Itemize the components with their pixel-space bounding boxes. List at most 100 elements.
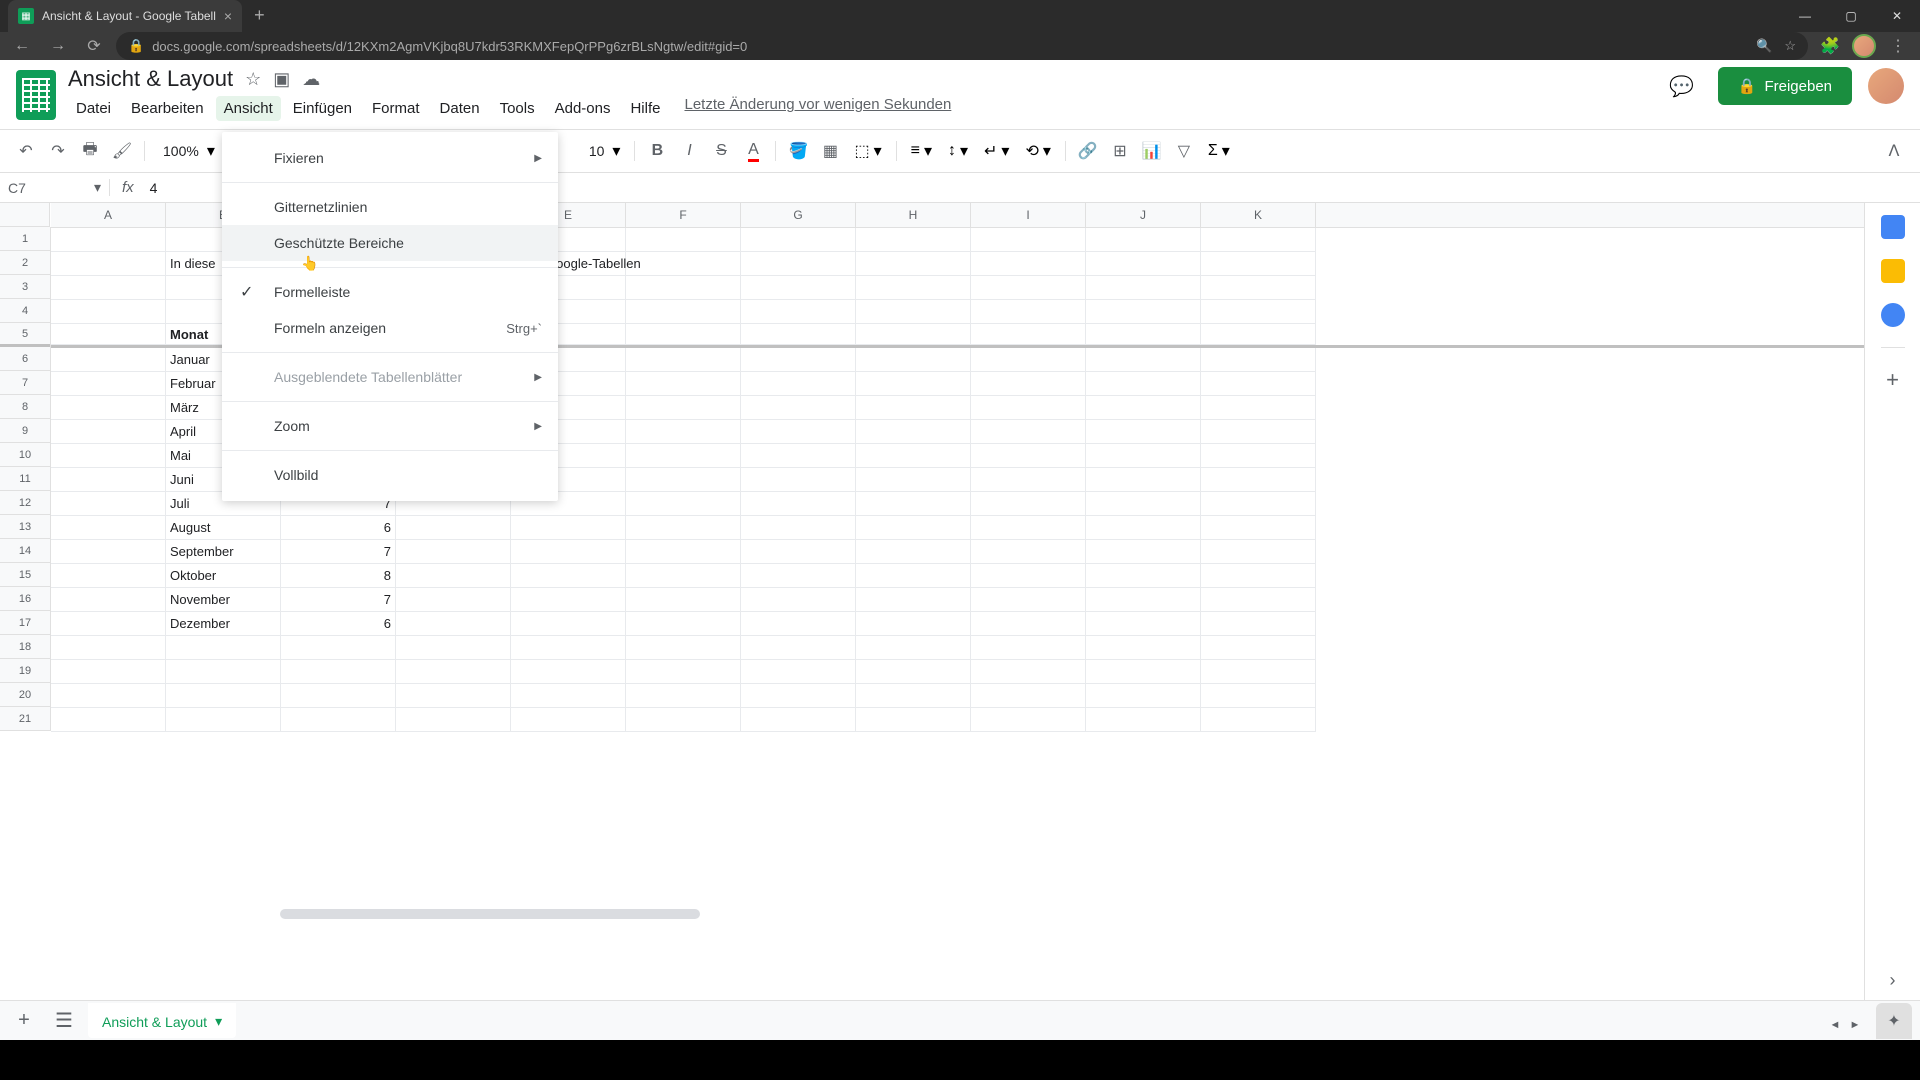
cell[interactable]: [166, 708, 281, 732]
cell[interactable]: [971, 564, 1086, 588]
menu-item-gitternetzlinien[interactable]: Gitternetzlinien: [222, 189, 558, 225]
minimize-button[interactable]: —: [1782, 0, 1828, 32]
cell[interactable]: [971, 348, 1086, 372]
text-color-button[interactable]: A: [739, 137, 767, 165]
rotate-button[interactable]: ⟲▾: [1019, 141, 1056, 161]
cell[interactable]: [166, 660, 281, 684]
horizontal-scrollbar[interactable]: [280, 909, 700, 919]
cell[interactable]: [741, 252, 856, 276]
row-header[interactable]: 5: [0, 323, 50, 347]
paint-format-button[interactable]: 🖌: [108, 137, 136, 165]
zoom-dropdown[interactable]: 100% ▾: [153, 141, 221, 161]
cell[interactable]: [626, 636, 741, 660]
cell[interactable]: [856, 324, 971, 345]
cell[interactable]: [1201, 300, 1316, 324]
font-size-dropdown[interactable]: 10 ▾: [579, 141, 627, 161]
cell[interactable]: [626, 492, 741, 516]
cell[interactable]: [51, 468, 166, 492]
browser-profile-avatar[interactable]: [1852, 34, 1876, 58]
cell[interactable]: [1201, 372, 1316, 396]
cell[interactable]: [511, 684, 626, 708]
cell[interactable]: [741, 516, 856, 540]
cell[interactable]: [741, 444, 856, 468]
share-button[interactable]: 🔒 Freigeben: [1718, 67, 1852, 105]
reload-button[interactable]: ⟳: [80, 32, 108, 60]
cell[interactable]: [741, 660, 856, 684]
cell[interactable]: [741, 300, 856, 324]
cell[interactable]: [856, 516, 971, 540]
cell[interactable]: [1201, 396, 1316, 420]
row-header[interactable]: 3: [0, 275, 50, 299]
cell[interactable]: [1086, 636, 1201, 660]
close-window-button[interactable]: ✕: [1874, 0, 1920, 32]
cell[interactable]: [741, 228, 856, 252]
cell[interactable]: [971, 468, 1086, 492]
cell[interactable]: [971, 420, 1086, 444]
cell[interactable]: [1086, 396, 1201, 420]
forward-button[interactable]: →: [44, 32, 72, 60]
cell[interactable]: [1201, 348, 1316, 372]
cell[interactable]: 8: [281, 564, 396, 588]
cell[interactable]: [1086, 276, 1201, 300]
cell[interactable]: [511, 588, 626, 612]
cell[interactable]: [971, 516, 1086, 540]
col-header-K[interactable]: K: [1201, 203, 1316, 227]
cell[interactable]: [626, 468, 741, 492]
select-all-corner[interactable]: [0, 203, 50, 227]
cell[interactable]: [971, 276, 1086, 300]
cell[interactable]: [51, 564, 166, 588]
tab-nav-left-icon[interactable]: ◄: [1826, 1016, 1844, 1034]
cell[interactable]: [741, 708, 856, 732]
col-header-A[interactable]: A: [51, 203, 166, 227]
cell[interactable]: [396, 660, 511, 684]
functions-button[interactable]: Σ▾: [1202, 141, 1236, 161]
cell[interactable]: [741, 564, 856, 588]
comments-button[interactable]: 💬: [1662, 66, 1702, 106]
star-doc-icon[interactable]: ☆: [245, 69, 261, 90]
collapse-side-panel-icon[interactable]: ›: [1890, 970, 1896, 991]
cell[interactable]: [166, 636, 281, 660]
row-header[interactable]: 7: [0, 371, 50, 395]
row-header[interactable]: 9: [0, 419, 50, 443]
cell[interactable]: [856, 612, 971, 636]
cell[interactable]: 7: [281, 588, 396, 612]
cell[interactable]: [1201, 564, 1316, 588]
cell[interactable]: [511, 660, 626, 684]
zoom-icon[interactable]: 🔍: [1756, 38, 1772, 54]
cell[interactable]: [1086, 660, 1201, 684]
menu-einfügen[interactable]: Einfügen: [285, 96, 360, 121]
cell[interactable]: [1086, 492, 1201, 516]
bold-button[interactable]: B: [643, 137, 671, 165]
cell[interactable]: [1201, 660, 1316, 684]
cell[interactable]: [511, 564, 626, 588]
cell[interactable]: [51, 444, 166, 468]
cell[interactable]: [51, 252, 166, 276]
cell[interactable]: [626, 324, 741, 345]
cell[interactable]: [51, 372, 166, 396]
menu-datei[interactable]: Datei: [68, 96, 119, 121]
cell[interactable]: [1086, 420, 1201, 444]
menu-item-zoom[interactable]: Zoom▶: [222, 408, 558, 444]
cell[interactable]: August: [166, 516, 281, 540]
document-title[interactable]: Ansicht & Layout: [68, 66, 233, 92]
cell[interactable]: [396, 612, 511, 636]
row-header[interactable]: 12: [0, 491, 50, 515]
row-header[interactable]: 18: [0, 635, 50, 659]
cell[interactable]: [51, 684, 166, 708]
cell[interactable]: [856, 540, 971, 564]
cell[interactable]: [1086, 468, 1201, 492]
cell[interactable]: Oktober: [166, 564, 281, 588]
cell[interactable]: [856, 684, 971, 708]
cell[interactable]: [1201, 252, 1316, 276]
cell[interactable]: [741, 540, 856, 564]
cell[interactable]: [971, 444, 1086, 468]
cell[interactable]: [856, 300, 971, 324]
menu-item-formeln-anzeigen[interactable]: Formeln anzeigenStrg+`: [222, 310, 558, 346]
tasks-icon[interactable]: [1881, 303, 1905, 327]
row-header[interactable]: 20: [0, 683, 50, 707]
cell[interactable]: [971, 396, 1086, 420]
star-icon[interactable]: ☆: [1784, 38, 1796, 54]
row-header[interactable]: 1: [0, 227, 50, 251]
cell[interactable]: [1201, 468, 1316, 492]
print-button[interactable]: 🖶: [76, 137, 104, 165]
